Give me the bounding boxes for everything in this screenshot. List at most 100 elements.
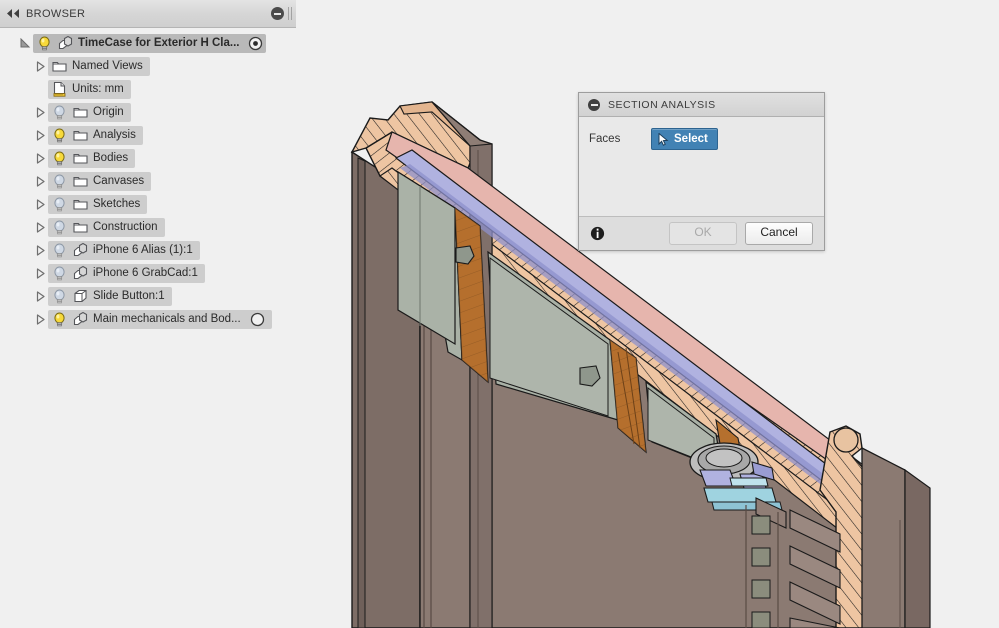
tree-row[interactable]: iPhone 6 GrabCad:1 [0,262,296,285]
tree-item-label: TimeCase for Exterior H Cla... [78,37,240,49]
lightbulb-off-icon[interactable] [51,242,68,259]
select-button-label: Select [674,133,708,145]
tree-row[interactable]: Named Views [0,55,296,78]
triangle-collapsed-icon[interactable] [33,193,48,216]
triangle-collapsed-glyph [36,268,45,279]
double-chevron-left-glyph [6,9,19,18]
lightbulb-off-icon[interactable] [51,196,68,213]
tree-row[interactable]: Canvases [0,170,296,193]
triangle-collapsed-glyph [36,291,45,302]
component-icon [73,311,88,326]
tree-row[interactable]: Origin [0,101,296,124]
info-circle-icon[interactable] [590,226,605,241]
faces-label: Faces [589,133,621,145]
tree-children: Named Views Units: mm Origin Analysis Bodies… [0,55,296,331]
triangle-collapsed-icon[interactable] [33,216,48,239]
triangle-collapsed-icon[interactable] [33,101,48,124]
tree-item-label: Canvases [93,175,145,187]
dialog-title: SECTION ANALYSIS [608,98,716,111]
tree-row[interactable]: Bodies [0,147,296,170]
browser-header: BROWSER [0,0,296,28]
triangle-collapsed-icon[interactable] [33,308,48,331]
dialog-body: Faces Select [579,117,824,216]
tree-item-label: Sketches [93,198,141,210]
section-analysis-dialog: SECTION ANALYSIS Faces Select OK Cancel [578,92,825,251]
tree-item-label: Origin [93,106,124,118]
triangle-collapsed-icon[interactable] [33,55,48,78]
browser-tree: TimeCase for Exterior H Cla... Named Vie… [0,28,296,331]
target-dot-icon[interactable] [248,36,263,51]
tree-row-root[interactable]: TimeCase for Exterior H Cla... [0,32,296,55]
lightbulb-on-icon[interactable] [51,311,68,328]
lightbulb-off-icon[interactable] [51,265,68,282]
tree-item-canvases[interactable]: Canvases [48,172,152,191]
tree-item-timecase[interactable]: TimeCase for Exterior H Cla... [33,34,267,53]
tree-item-named-views[interactable]: Named Views [48,57,150,76]
tree-item-label: Analysis [93,129,136,141]
lightbulb-off-icon[interactable] [51,219,68,236]
select-faces-button[interactable]: Select [651,128,718,150]
tree-item-label: Units: mm [72,83,124,95]
triangle-collapsed-icon[interactable] [33,124,48,147]
lightbulb-on-icon[interactable] [51,127,68,144]
tree-item-iphone-6-grabcad-1[interactable]: iPhone 6 GrabCad:1 [48,264,205,283]
tree-item-label: Main mechanicals and Bod... [93,313,241,325]
triangle-collapsed-glyph [36,314,45,325]
tree-row[interactable]: Units: mm [0,78,296,101]
triangle-collapsed-icon[interactable] [33,239,48,262]
tree-item-units-mm[interactable]: Units: mm [48,80,131,99]
lightbulb-off-icon[interactable] [51,173,68,190]
resize-grip-icon[interactable] [288,7,292,20]
tree-item-bodies[interactable]: Bodies [48,149,136,168]
dialog-minimize-icon[interactable] [588,98,600,111]
tree-item-main-mechanicals-and-bod[interactable]: Main mechanicals and Bod... [48,310,272,329]
component-icon [58,35,73,50]
tree-item-analysis[interactable]: Analysis [48,126,143,145]
tree-item-label: iPhone 6 GrabCad:1 [93,267,198,279]
tree-row[interactable]: Slide Button:1 [0,285,296,308]
double-chevron-left-icon[interactable] [0,0,26,27]
folder-icon [73,107,88,118]
tree-item-label: Construction [93,221,158,233]
triangle-collapsed-icon[interactable] [33,285,48,308]
browser-panel: BROWSER TimeCase for Exterior H Cla... N… [0,0,296,628]
cancel-button[interactable]: Cancel [745,222,813,245]
cursor-arrow-icon [658,132,669,146]
triangle-collapsed-glyph [36,222,45,233]
folder-icon [73,130,88,141]
tree-item-label: iPhone 6 Alias (1):1 [93,244,193,256]
component-icon [73,265,88,280]
circle-outline-icon[interactable] [250,312,265,327]
lightbulb-on-icon[interactable] [36,35,53,52]
lightbulb-off-icon[interactable] [51,104,68,121]
triangle-expanded-icon[interactable] [18,32,33,55]
triangle-collapsed-icon[interactable] [33,170,48,193]
browser-minimize-icon[interactable] [271,7,284,20]
triangle-collapsed-icon[interactable] [33,147,48,170]
tree-item-label: Named Views [72,60,143,72]
tree-item-sketches[interactable]: Sketches [48,195,148,214]
lightbulb-off-icon[interactable] [51,288,68,305]
tree-row[interactable]: Main mechanicals and Bod... [0,308,296,331]
dialog-title-bar[interactable]: SECTION ANALYSIS [579,93,824,117]
tree-item-construction[interactable]: Construction [48,218,165,237]
ok-button[interactable]: OK [669,222,737,245]
tree-row[interactable]: iPhone 6 Alias (1):1 [0,239,296,262]
browser-title: BROWSER [26,7,86,20]
folder-icon [73,153,88,164]
folder-icon [52,61,67,72]
tree-item-slide-button-1[interactable]: Slide Button:1 [48,287,172,306]
lightbulb-on-icon[interactable] [51,150,68,167]
tree-row[interactable]: Construction [0,216,296,239]
triangle-collapsed-glyph [36,153,45,164]
tree-row[interactable]: Analysis [0,124,296,147]
triangle-expanded-glyph [20,38,31,48]
tree-row[interactable]: Sketches [0,193,296,216]
tree-item-iphone-6-alias-1-1[interactable]: iPhone 6 Alias (1):1 [48,241,200,260]
tree-item-origin[interactable]: Origin [48,103,131,122]
tree-item-label: Slide Button:1 [93,290,165,302]
triangle-collapsed-icon[interactable] [33,262,48,285]
triangle-collapsed-glyph [36,199,45,210]
triangle-collapsed-glyph [36,176,45,187]
